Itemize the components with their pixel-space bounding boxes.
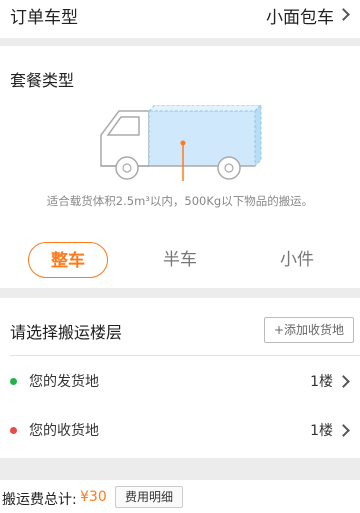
floor-section: 请选择搬运楼层 +添加收货地 您的发货地 1楼 您的收货地 1楼: [0, 298, 360, 458]
fee-total-amount: ¥30: [80, 489, 107, 505]
tab-small-item[interactable]: 小件: [257, 242, 337, 278]
chevron-right-icon: [337, 8, 350, 21]
red-dot-icon: [10, 427, 17, 434]
destination-floor-value: 1楼: [310, 423, 333, 439]
origin-floor-value: 1楼: [310, 374, 333, 390]
package-tabs: 整车 半车 小件: [0, 242, 360, 282]
chevron-right-icon: [337, 375, 350, 388]
package-description: 适合载货体积2.5m³以内，500Kg以下物品的搬运。: [46, 194, 314, 208]
order-vehicle-row[interactable]: 订单车型 小面包车: [0, 0, 360, 38]
tab-full-truck[interactable]: 整车: [28, 242, 108, 278]
origin-floor-row[interactable]: 您的发货地 1楼: [0, 367, 360, 397]
plus-icon: +: [273, 323, 285, 337]
destination-label: 您的收货地: [29, 423, 99, 439]
green-dot-icon: [10, 378, 17, 385]
chevron-right-icon: [337, 424, 350, 437]
fee-detail-button[interactable]: 费用明细: [115, 486, 183, 508]
fee-total-label: 搬运费总计:: [2, 492, 77, 508]
tab-half-truck[interactable]: 半车: [140, 242, 220, 278]
add-destination-button[interactable]: +添加收货地: [264, 317, 354, 343]
destination-floor-row[interactable]: 您的收货地 1楼: [0, 416, 360, 446]
floor-title: 请选择搬运楼层: [10, 323, 123, 342]
order-vehicle-title: 订单车型: [10, 8, 78, 28]
package-section: 套餐类型 适合载货体积2.5m³以内，500Kg以下物品的搬运。 整车 半车 小…: [0, 46, 360, 288]
truck-illustration: [100, 105, 262, 181]
origin-label: 您的发货地: [29, 374, 99, 390]
fee-bar: 搬运费总计: ¥30 费用明细: [0, 480, 360, 513]
divider: [10, 355, 360, 356]
package-title: 套餐类型: [10, 71, 75, 90]
order-vehicle-value[interactable]: 小面包车: [266, 3, 334, 28]
add-destination-label: 添加收货地: [284, 323, 345, 337]
